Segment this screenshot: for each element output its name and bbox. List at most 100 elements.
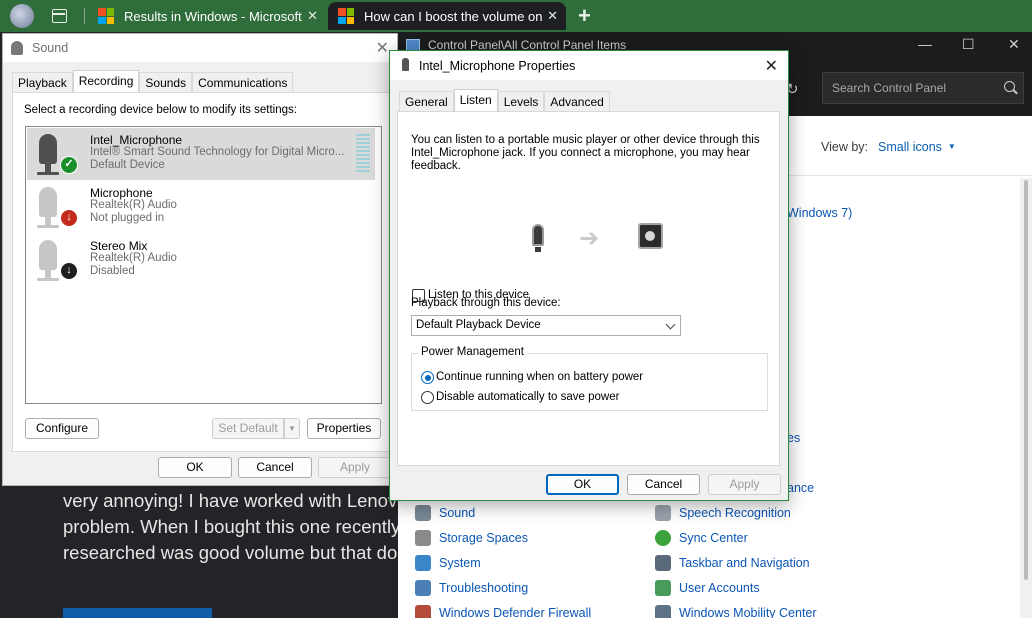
minimize-icon[interactable]: — xyxy=(918,36,932,52)
laptop-icon xyxy=(655,605,671,618)
continue-running-radio[interactable] xyxy=(421,371,434,384)
cp-item-fragment[interactable]: ance xyxy=(787,481,814,495)
view-by-dropdown[interactable]: Small icons xyxy=(878,140,956,154)
instruction-text: Select a recording device below to modif… xyxy=(24,104,297,116)
browser-tab-results[interactable]: Results in Windows - Microsoft C ✕ xyxy=(88,2,326,30)
storage-icon xyxy=(415,530,431,546)
tab-advanced[interactable]: Advanced xyxy=(544,91,610,111)
tab-communications[interactable]: Communications xyxy=(192,72,294,92)
tab-listen[interactable]: Listen xyxy=(453,89,498,111)
device-item-intel-microphone[interactable]: ✓ Intel_Microphone Intel® Smart Sound Te… xyxy=(27,128,375,180)
apply-button[interactable]: Apply xyxy=(708,474,781,495)
browser-tab-strip: Results in Windows - Microsoft C ✕ How c… xyxy=(0,0,1032,32)
cp-item-firewall[interactable]: Windows Defender Firewall xyxy=(415,603,591,618)
sync-icon xyxy=(655,530,671,546)
cancel-button[interactable]: Cancel xyxy=(238,457,312,478)
cp-item-fragment[interactable]: Windows 7) xyxy=(787,206,852,220)
close-icon[interactable]: ✕ xyxy=(376,38,389,58)
device-driver: Intel® Smart Sound Technology for Digita… xyxy=(90,146,345,158)
cp-item-storage-spaces[interactable]: Storage Spaces xyxy=(415,528,528,548)
new-tab-button[interactable]: + xyxy=(578,3,591,29)
ok-button[interactable]: OK xyxy=(546,474,619,495)
continue-running-label[interactable]: Continue running when on battery power xyxy=(436,371,643,383)
disable-automatically-radio[interactable] xyxy=(421,391,434,404)
search-icon xyxy=(1004,81,1015,92)
listen-panel: You can listen to a portable music playe… xyxy=(397,111,780,466)
tab-sounds[interactable]: Sounds xyxy=(139,72,193,92)
device-driver: Realtek(R) Audio xyxy=(90,252,177,264)
device-driver: Realtek(R) Audio xyxy=(90,199,177,211)
microsoft-logo-icon xyxy=(98,8,114,24)
tab-playback[interactable]: Playback xyxy=(12,72,73,92)
microphone-icon xyxy=(655,505,671,521)
speaker-icon xyxy=(11,41,23,55)
tab-levels[interactable]: Levels xyxy=(497,91,545,111)
device-item-microphone[interactable]: ↓ Microphone Realtek(R) Audio Not plugge… xyxy=(27,181,375,233)
properties-tabs: General Listen Levels Advanced xyxy=(399,89,610,111)
scrollbar-thumb[interactable] xyxy=(1024,180,1028,580)
microphone-icon xyxy=(532,224,544,252)
playback-device-value: Default Playback Device xyxy=(416,319,541,331)
down-arrow-badge-icon: ↓ xyxy=(60,262,78,280)
close-tab-icon[interactable]: ✕ xyxy=(307,8,318,24)
check-badge-icon: ✓ xyxy=(60,156,78,174)
users-icon xyxy=(655,580,671,596)
search-input[interactable]: Search Control Panel xyxy=(822,72,1024,104)
disable-automatically-label[interactable]: Disable automatically to save power xyxy=(436,391,619,403)
playback-through-label: Playback through this device: xyxy=(411,297,561,309)
properties-dialog-title: Intel_Microphone Properties xyxy=(419,59,576,73)
cp-item-mobility[interactable]: Windows Mobility Center xyxy=(655,603,817,618)
browser-tab-title: Results in Windows - Microsoft C xyxy=(124,8,304,24)
microphone-icon xyxy=(37,134,59,175)
properties-titlebar: Intel_Microphone Properties ✕ xyxy=(390,51,788,80)
maximize-icon[interactable]: ☐ xyxy=(962,36,975,53)
article-line: very annoying! I have worked with Lenov xyxy=(63,490,398,511)
playback-device-select[interactable]: Default Playback Device xyxy=(411,315,681,336)
level-meter xyxy=(356,134,370,174)
cp-item-taskbar[interactable]: Taskbar and Navigation xyxy=(655,553,810,573)
microphone-icon xyxy=(37,187,59,228)
sound-dialog: Sound ✕ Playback Recording Sounds Commun… xyxy=(2,33,398,486)
close-tab-icon[interactable]: ✕ xyxy=(547,8,558,24)
sound-dialog-title: Sound xyxy=(32,41,69,55)
article-line: researched was good volume but that do xyxy=(63,542,398,563)
tab-recording[interactable]: Recording xyxy=(72,70,140,92)
cp-item-speech[interactable]: Speech Recognition xyxy=(655,503,791,523)
troubleshoot-icon xyxy=(415,580,431,596)
ok-button[interactable]: OK xyxy=(158,457,232,478)
chevron-down-icon xyxy=(665,319,676,330)
article-line: problem. When I bought this one recently xyxy=(63,516,401,537)
microphone-icon xyxy=(402,58,409,71)
device-name: Stereo Mix xyxy=(90,239,148,253)
power-management-group: Power Management Continue running when o… xyxy=(411,346,768,411)
firewall-icon xyxy=(415,605,431,618)
microphone-icon xyxy=(37,240,59,281)
speaker-icon xyxy=(415,505,431,521)
tab-general[interactable]: General xyxy=(399,91,454,111)
tab-actions-icon[interactable] xyxy=(52,9,67,23)
article-button[interactable] xyxy=(63,608,212,618)
cancel-button[interactable]: Cancel xyxy=(627,474,700,495)
set-default-button[interactable]: Set Default xyxy=(212,418,284,439)
sound-titlebar: Sound ✕ xyxy=(3,34,397,62)
apply-button[interactable]: Apply xyxy=(318,457,392,478)
cp-item-user-accounts[interactable]: User Accounts xyxy=(655,578,760,598)
set-default-dropdown-icon[interactable]: ▼ xyxy=(284,418,300,439)
view-by-label: View by: xyxy=(821,140,869,154)
browser-tab-title: How can I boost the volume on my xyxy=(364,8,544,24)
control-panel-scrollbar[interactable] xyxy=(1020,178,1032,618)
cp-item-sound[interactable]: Sound xyxy=(415,503,475,523)
profile-avatar[interactable] xyxy=(10,4,34,28)
browser-tab-question[interactable]: How can I boost the volume on my ✕ xyxy=(328,2,566,30)
cp-item-troubleshooting[interactable]: Troubleshooting xyxy=(415,578,528,598)
device-item-stereo-mix[interactable]: ↓ Stereo Mix Realtek(R) Audio Disabled xyxy=(27,234,375,286)
close-icon[interactable]: ✕ xyxy=(765,56,778,76)
configure-button[interactable]: Configure xyxy=(25,418,99,439)
properties-button[interactable]: Properties xyxy=(307,418,381,439)
microsoft-logo-icon xyxy=(338,8,354,24)
cp-item-sync[interactable]: Sync Center xyxy=(655,528,748,548)
recording-panel: Select a recording device below to modif… xyxy=(12,92,390,452)
close-icon[interactable]: ✕ xyxy=(1008,36,1020,53)
search-placeholder: Search Control Panel xyxy=(832,81,947,95)
cp-item-system[interactable]: System xyxy=(415,553,481,573)
